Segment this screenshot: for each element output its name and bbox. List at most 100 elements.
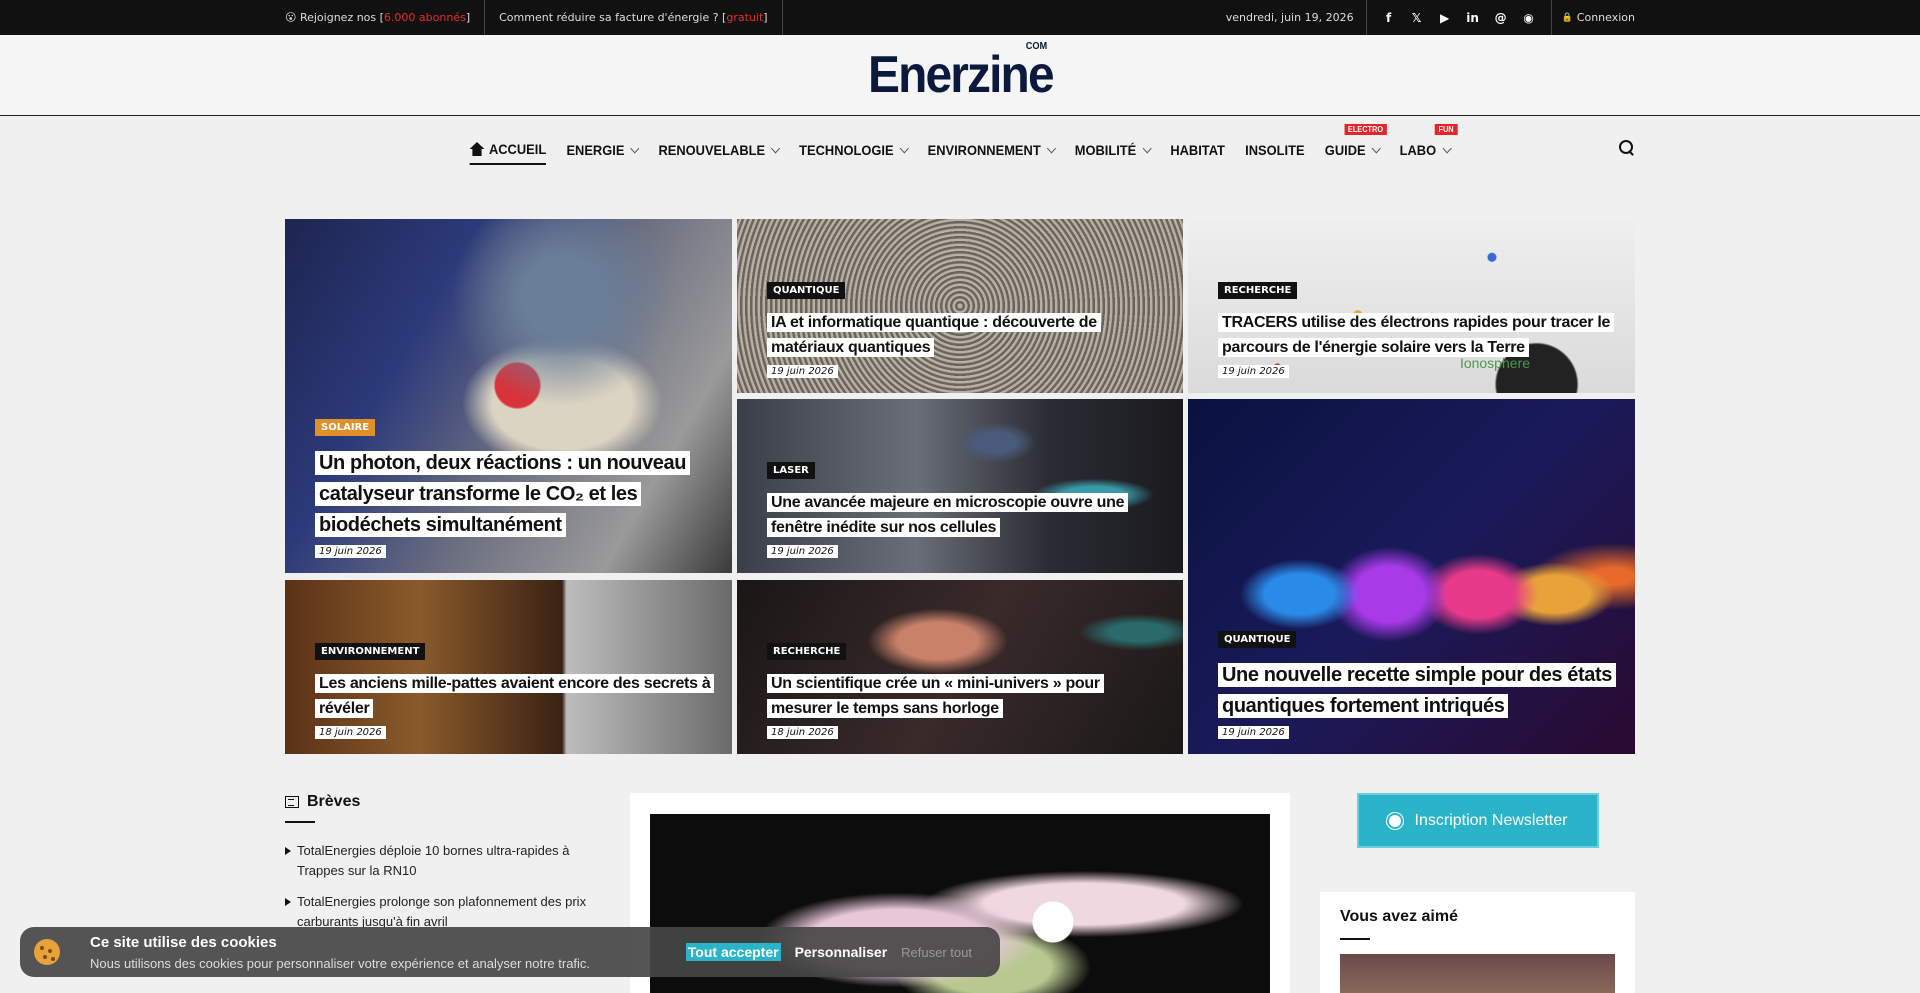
home-icon bbox=[469, 142, 485, 156]
category-badge[interactable]: ENVIRONNEMENT bbox=[315, 643, 426, 661]
nav-badge: ELECTRO bbox=[1344, 124, 1387, 135]
refuse-all-button[interactable]: Refuser tout bbox=[901, 945, 972, 960]
divider bbox=[1340, 938, 1370, 940]
nav-label: TECHNOLOGIE bbox=[799, 142, 894, 158]
category-badge[interactable]: RECHERCHE bbox=[767, 643, 847, 661]
newsletter-label: Inscription Newsletter bbox=[1414, 811, 1568, 829]
nav-label: GUIDE bbox=[1325, 142, 1366, 158]
divider bbox=[285, 821, 315, 823]
subscribers-link[interactable]: 😮 Rejoignez nos [ 6.000 abonnés ] bbox=[285, 0, 486, 35]
login-link[interactable]: 🔒 Connexion bbox=[1552, 11, 1635, 24]
article-card[interactable]: ENVIRONNEMENT Les anciens mille-pattes a… bbox=[285, 580, 732, 754]
x-icon[interactable]: 𝕏 bbox=[1409, 11, 1425, 25]
rss-icon[interactable]: ◉ bbox=[1521, 11, 1537, 25]
article-card[interactable]: QUANTIQUE Une nouvelle recette simple po… bbox=[1188, 399, 1635, 754]
breve-text: TotalEnergies prolonge son plafonnement … bbox=[297, 894, 587, 929]
nav-item-mobilite[interactable]: MOBILITÉ bbox=[1074, 136, 1152, 164]
header: Enerzine COM bbox=[0, 35, 1920, 116]
nav-label: ENERGIE bbox=[566, 142, 625, 158]
energy-bill-free: gratuit bbox=[726, 11, 764, 24]
subscribers-prefix: 😮 Rejoignez nos [ bbox=[285, 11, 384, 24]
nav-item-technologie[interactable]: TECHNOLOGIE bbox=[799, 136, 909, 164]
liked-title: Vous avez aimé bbox=[1340, 908, 1458, 925]
category-badge[interactable]: QUANTIQUE bbox=[767, 282, 846, 300]
caret-right-icon bbox=[285, 898, 291, 906]
article-title[interactable]: Une nouvelle recette simple pour des éta… bbox=[1218, 663, 1616, 718]
article-card[interactable]: RECHERCHE Un scientifique crée un « mini… bbox=[737, 580, 1183, 754]
chevron-down-icon bbox=[1046, 143, 1057, 153]
cookie-title: Ce site utilise des cookies bbox=[90, 933, 277, 951]
featured-grid: SOLAIRE Un photon, deux réactions : un n… bbox=[285, 219, 1635, 754]
chevron-down-icon bbox=[1442, 143, 1452, 153]
customize-button[interactable]: Personnaliser bbox=[795, 944, 888, 960]
nav-label: INSOLITE bbox=[1245, 142, 1305, 158]
main-nav: ACCUEIL ENERGIE RENOUVELABLE TECHNOLOGIE… bbox=[0, 116, 1920, 184]
logo-text: Enerzine bbox=[867, 46, 1055, 104]
facebook-icon[interactable]: f bbox=[1381, 11, 1397, 25]
cookie-icon bbox=[34, 939, 60, 965]
article-card[interactable]: Ionosphere RECHERCHE TRACERS utilise des… bbox=[1188, 219, 1635, 393]
nav-item-energie[interactable]: ENERGIE bbox=[566, 136, 640, 164]
article-date: 18 juin 2026 bbox=[315, 726, 386, 739]
newsletter-button[interactable]: Inscription Newsletter bbox=[1357, 793, 1599, 848]
breves-title: Brèves bbox=[307, 793, 361, 810]
nav-item-habitat[interactable]: HABITAT bbox=[1171, 136, 1226, 164]
energy-bill-link[interactable]: Comment réduire sa facture d'énergie ? [… bbox=[485, 0, 783, 35]
article-card[interactable]: SOLAIRE Un photon, deux réactions : un n… bbox=[285, 219, 732, 573]
subscribers-suffix: ] bbox=[465, 11, 471, 24]
login-label: Connexion bbox=[1576, 11, 1635, 24]
article-title[interactable]: Les anciens mille-pattes avaient encore … bbox=[315, 674, 715, 719]
breves-heading: Brèves bbox=[285, 793, 595, 821]
nav-item-insolite[interactable]: INSOLITE bbox=[1245, 136, 1304, 164]
sidebar: Inscription Newsletter Vous avez aimé bbox=[1320, 793, 1635, 993]
article-title[interactable]: IA et informatique quantique : découvert… bbox=[767, 313, 1101, 358]
liked-widget: Vous avez aimé bbox=[1320, 892, 1635, 993]
nav-item-labo[interactable]: LABO FUN bbox=[1400, 124, 1458, 164]
breve-item[interactable]: TotalEnergies prolonge son plafonnement … bbox=[285, 892, 595, 931]
threads-icon[interactable]: @ bbox=[1493, 11, 1509, 25]
nav-label: RENOUVELABLE bbox=[658, 142, 766, 158]
energy-bill-suffix: ] bbox=[763, 11, 768, 24]
breve-text: TotalEnergies déploie 10 bornes ultra-ra… bbox=[297, 843, 570, 878]
site-logo[interactable]: Enerzine COM bbox=[867, 41, 1055, 105]
newspaper-icon bbox=[285, 796, 299, 808]
article-card[interactable]: QUANTIQUE IA et informatique quantique :… bbox=[737, 219, 1183, 393]
liked-article-image[interactable] bbox=[1340, 954, 1615, 993]
youtube-icon[interactable]: ▶ bbox=[1437, 11, 1453, 25]
chevron-down-icon bbox=[630, 143, 640, 153]
nav-item-accueil[interactable]: ACCUEIL bbox=[469, 135, 547, 165]
breves-section: Brèves TotalEnergies déploie 10 bornes u… bbox=[285, 793, 595, 943]
chevron-down-icon bbox=[771, 143, 781, 153]
accept-all-button[interactable]: Tout accepter bbox=[685, 943, 781, 961]
search-icon[interactable] bbox=[1619, 140, 1635, 156]
chevron-down-icon bbox=[899, 143, 909, 153]
sun-icon bbox=[1388, 814, 1401, 827]
nav-item-environnement[interactable]: ENVIRONNEMENT bbox=[927, 136, 1057, 164]
article-title[interactable]: Un photon, deux réactions : un nouveau c… bbox=[315, 451, 691, 537]
current-date: vendredi, juin 19, 2026 bbox=[1226, 0, 1367, 35]
caret-right-icon bbox=[285, 847, 291, 855]
article-title[interactable]: Un scientifique crée un « mini-univers »… bbox=[767, 674, 1104, 719]
logo-suffix: COM bbox=[1025, 41, 1047, 52]
category-badge[interactable]: SOLAIRE bbox=[315, 419, 376, 436]
category-badge[interactable]: RECHERCHE bbox=[1218, 282, 1298, 300]
article-date: 19 juin 2026 bbox=[767, 365, 838, 378]
article-title[interactable]: TRACERS utilise des électrons rapides po… bbox=[1218, 313, 1615, 358]
chevron-down-icon bbox=[1371, 143, 1381, 153]
article-title[interactable]: Une avancée majeure en microscopie ouvre… bbox=[767, 493, 1129, 538]
category-badge[interactable]: LASER bbox=[767, 462, 815, 480]
cookie-banner: Ce site utilise des cookies Nous utiliso… bbox=[20, 927, 1000, 977]
social-links: f 𝕏 ▶ in @ ◉ bbox=[1367, 0, 1552, 35]
category-badge[interactable]: QUANTIQUE bbox=[1218, 631, 1297, 648]
article-card[interactable]: LASER Une avancée majeure en microscopie… bbox=[737, 399, 1183, 573]
nav-label: MOBILITÉ bbox=[1074, 142, 1137, 158]
cookie-description: Nous utilisons des cookies pour personna… bbox=[90, 955, 591, 971]
article-date: 18 juin 2026 bbox=[767, 726, 838, 739]
article-date: 19 juin 2026 bbox=[1218, 365, 1289, 378]
nav-item-guide[interactable]: GUIDE ELECTRO bbox=[1325, 124, 1387, 164]
chevron-down-icon bbox=[1142, 143, 1152, 153]
breve-item[interactable]: TotalEnergies déploie 10 bornes ultra-ra… bbox=[285, 841, 595, 880]
nav-label: ENVIRONNEMENT bbox=[927, 142, 1041, 158]
nav-item-renouvelable[interactable]: RENOUVELABLE bbox=[658, 136, 781, 164]
linkedin-icon[interactable]: in bbox=[1465, 11, 1481, 25]
